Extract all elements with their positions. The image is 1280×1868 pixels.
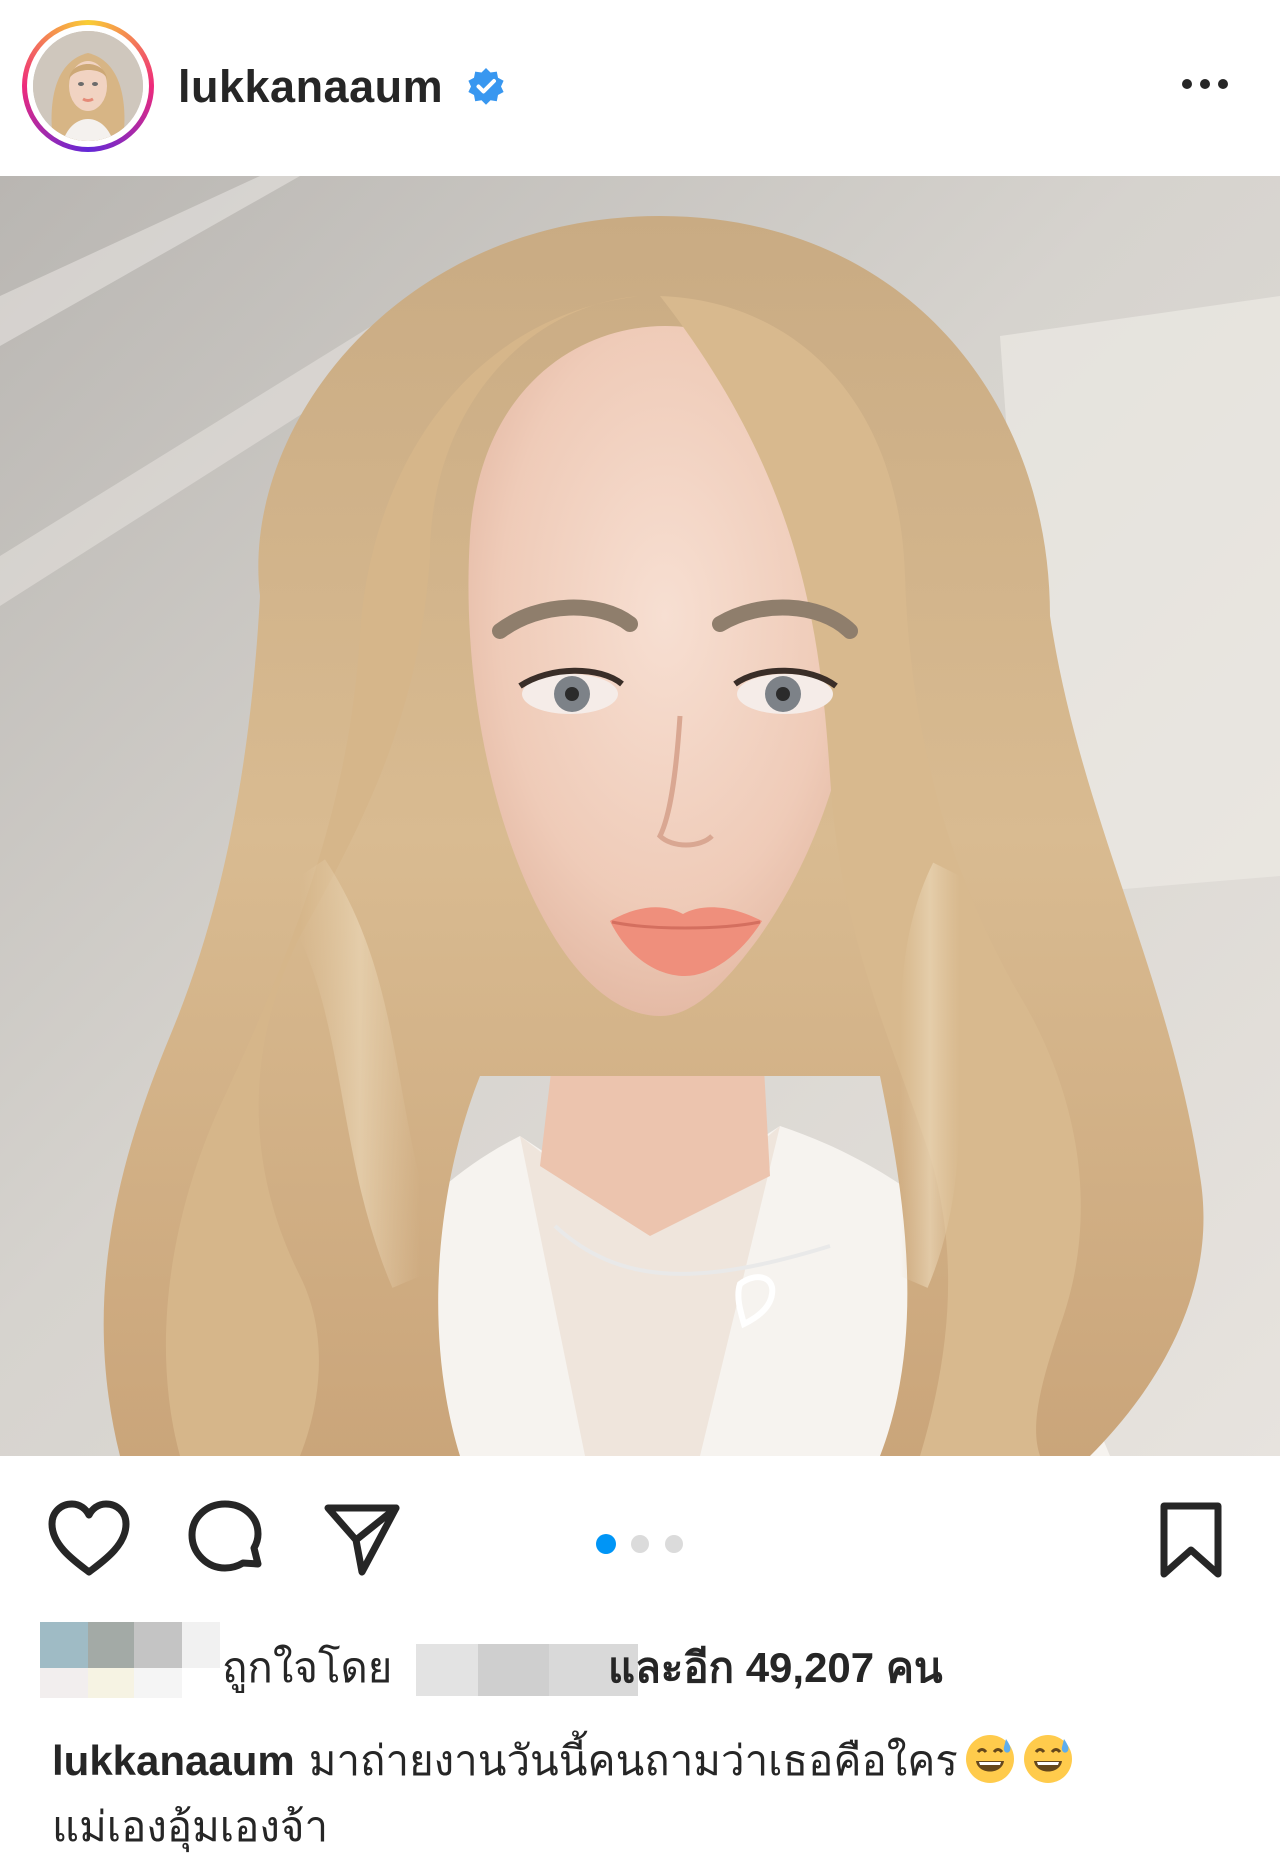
grinning-sweat-emoji-icon (1023, 1735, 1072, 1783)
likes-count[interactable]: และอีก 49,207 คน (608, 1642, 943, 1694)
carousel-indicator (596, 1534, 683, 1554)
avatar-border (27, 25, 149, 147)
post-username[interactable]: lukkanaaum (178, 60, 443, 114)
portrait-illustration (0, 176, 1280, 1456)
avatar-portrait (33, 31, 143, 141)
avatar[interactable] (33, 31, 143, 141)
grinning-sweat-emoji-icon (965, 1735, 1014, 1783)
likes-row[interactable]: ถูกใจโดย และอีก 49,207 คน (40, 1620, 1240, 1702)
action-bar (0, 1456, 1280, 1616)
liker-name-blurred (416, 1644, 638, 1696)
caption: lukkanaaum มาถ่ายงานวันนี้คนถามว่าเธอคือใ… (52, 1728, 1242, 1860)
post-header: lukkanaaum (0, 0, 1280, 174)
post-photo[interactable] (0, 176, 1280, 1456)
comment-icon[interactable] (186, 1500, 264, 1578)
liker-avatars-blurred (40, 1622, 220, 1698)
caption-line-2: แม่เองอุ้มเองจ้า (52, 1803, 329, 1850)
bookmark-icon[interactable] (1158, 1500, 1224, 1580)
carousel-dot (631, 1535, 649, 1553)
caption-username[interactable]: lukkanaaum (52, 1737, 295, 1784)
caption-line-1: lukkanaaum มาถ่ายงานวันนี้คนถามว่าเธอคือใ… (52, 1728, 1242, 1794)
carousel-dot-active (596, 1534, 616, 1554)
carousel-dot (665, 1535, 683, 1553)
heart-icon[interactable] (46, 1500, 132, 1578)
liked-by-label: ถูกใจโดย (222, 1644, 393, 1691)
story-ring[interactable] (22, 20, 154, 152)
verified-badge-icon (468, 68, 504, 105)
more-horizontal-icon[interactable] (1175, 64, 1235, 104)
caption-text-1: มาถ่ายงานวันนี้คนถามว่าเธอคือใคร (308, 1737, 958, 1784)
share-icon[interactable] (322, 1502, 402, 1578)
